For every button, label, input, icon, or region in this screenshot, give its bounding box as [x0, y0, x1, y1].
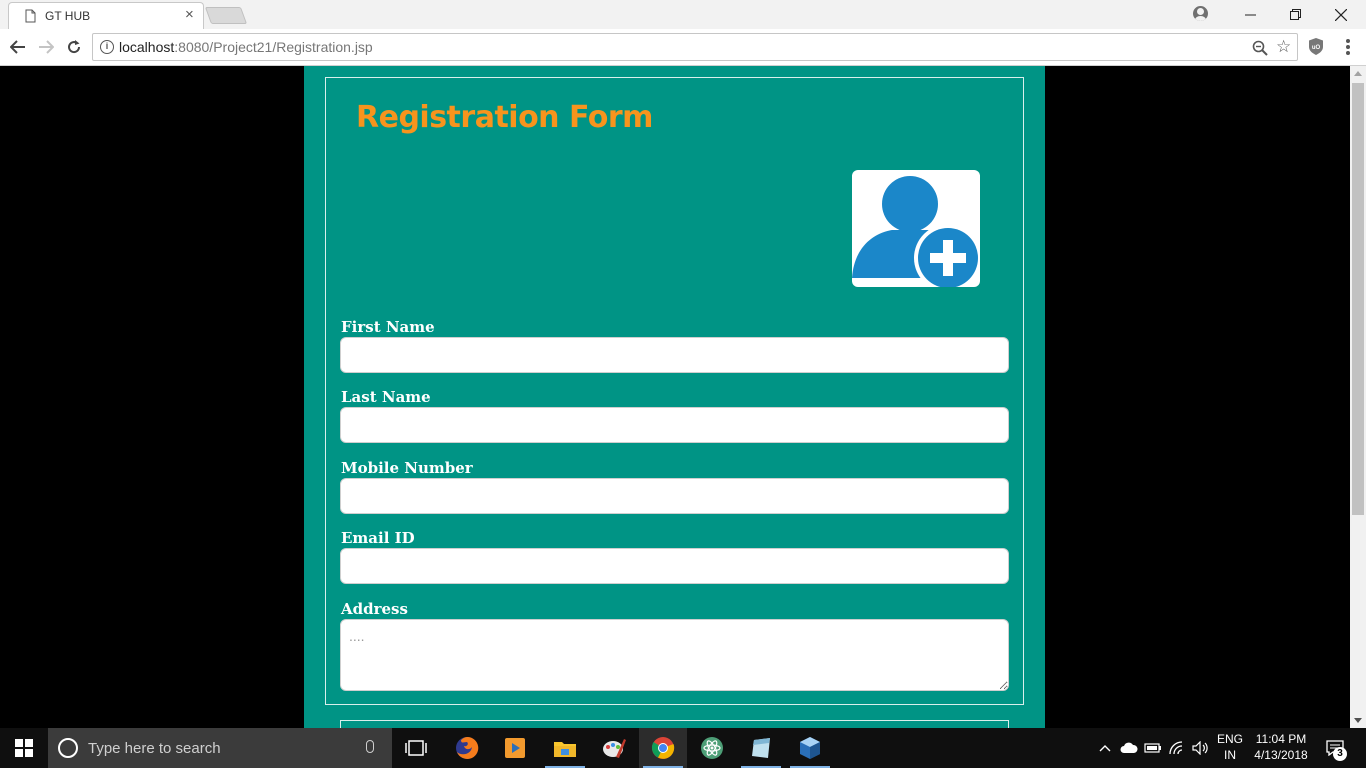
browser-tabstrip: GT HUB × [0, 0, 1366, 29]
language-code: ENG [1216, 732, 1243, 746]
clock-time: 11:04 PM [1255, 732, 1307, 746]
last-name-label: Last Name [341, 388, 431, 406]
minimize-button[interactable] [1227, 0, 1273, 29]
task-view-button[interactable] [392, 728, 440, 768]
onedrive-tray[interactable] [1118, 728, 1140, 768]
first-name-input[interactable] [340, 337, 1009, 373]
firefox-icon [456, 736, 479, 759]
address-textarea[interactable] [340, 619, 1009, 691]
next-form-section [340, 720, 1009, 728]
restore-button[interactable] [1272, 0, 1318, 29]
system-clock[interactable]: 11:04 PM 4/13/2018 [1250, 731, 1312, 763]
browser-tab[interactable]: GT HUB × [8, 2, 204, 29]
url-path: :8080/Project21/Registration.jsp [174, 39, 373, 55]
chrome-menu-icon[interactable] [1343, 39, 1353, 55]
speaker-icon [1192, 741, 1208, 755]
bookmark-star-icon[interactable]: ☆ [1276, 37, 1291, 57]
taskbar-file-explorer[interactable] [541, 728, 589, 768]
back-button[interactable] [6, 35, 30, 59]
taskbar-virtualbox[interactable] [786, 728, 834, 768]
taskbar-chrome[interactable] [639, 728, 687, 768]
task-view-icon [405, 740, 427, 756]
show-hidden-icons-button[interactable] [1096, 728, 1114, 768]
onedrive-icon [1120, 742, 1138, 753]
ublock-extension-icon[interactable]: uO [1309, 38, 1323, 55]
taskbar-notes-app[interactable] [737, 728, 785, 768]
clock-date: 4/13/2018 [1254, 748, 1308, 762]
address-bar[interactable]: i localhost:8080/Project21/Registration.… [92, 33, 1298, 61]
browser-toolbar: i localhost:8080/Project21/Registration.… [0, 29, 1366, 66]
atom-icon [701, 737, 723, 759]
scroll-thumb[interactable] [1352, 83, 1364, 515]
file-explorer-icon [554, 742, 576, 757]
registration-form: Registration Form First Name Last Name M… [325, 77, 1024, 705]
chrome-icon [651, 737, 675, 759]
site-info-icon[interactable]: i [100, 40, 114, 54]
wifi-tray[interactable] [1166, 728, 1188, 768]
volume-tray[interactable] [1190, 728, 1212, 768]
registration-panel: Registration Form First Name Last Name M… [304, 66, 1045, 728]
reload-icon [68, 40, 81, 54]
microphone-icon[interactable] [366, 740, 374, 753]
email-id-label: Email ID [341, 529, 415, 547]
notification-count-badge: 3 [1333, 747, 1347, 761]
zoom-icon[interactable] [1252, 40, 1268, 56]
taskbar-atom[interactable] [688, 728, 736, 768]
new-tab-button[interactable] [204, 7, 248, 24]
first-name-label: First Name [341, 318, 435, 336]
reload-button[interactable] [62, 35, 86, 59]
taskbar-search-placeholder: Type here to search [88, 740, 221, 757]
url-text[interactable]: localhost:8080/Project21/Registration.js… [119, 39, 373, 55]
virtualbox-icon [800, 737, 820, 759]
page-viewport: Registration Form First Name Last Name M… [0, 66, 1350, 728]
chevron-up-icon [1099, 745, 1111, 752]
battery-icon [1144, 743, 1161, 753]
language-indicator[interactable]: ENG IN [1212, 731, 1248, 763]
taskbar-firefox[interactable] [443, 728, 491, 768]
minimize-icon [1244, 14, 1256, 16]
cortana-icon [58, 738, 78, 758]
page-icon [25, 9, 36, 23]
last-name-input[interactable] [340, 407, 1009, 443]
close-icon [1335, 8, 1347, 21]
mobile-number-label: Mobile Number [341, 459, 473, 477]
media-player-icon [505, 738, 525, 758]
form-title: Registration Form [356, 100, 653, 135]
notes-app-icon [752, 738, 770, 758]
address-label: Address [341, 600, 408, 618]
add-user-graphic [852, 176, 980, 287]
page-scrollbar[interactable] [1350, 66, 1366, 728]
windows-logo-icon [15, 739, 33, 757]
windows-taskbar: Type here to search ENG IN 11:04 PM 4/13… [0, 728, 1366, 768]
profile-icon[interactable] [1193, 6, 1208, 21]
tab-close-icon[interactable]: × [185, 6, 194, 23]
scroll-down-arrow-icon[interactable] [1354, 718, 1362, 723]
svg-text:uO: uO [1312, 45, 1321, 51]
back-arrow-icon [10, 40, 25, 54]
taskbar-search-box[interactable]: Type here to search [48, 728, 392, 768]
battery-tray[interactable] [1142, 728, 1164, 768]
forward-button[interactable] [34, 35, 58, 59]
start-button[interactable] [0, 728, 48, 768]
tab-title: GT HUB [45, 9, 91, 23]
email-id-input[interactable] [340, 548, 1009, 584]
paint-icon [603, 739, 626, 758]
taskbar-paint[interactable] [590, 728, 638, 768]
url-host: localhost [119, 39, 175, 55]
mobile-number-input[interactable] [340, 478, 1009, 514]
forward-arrow-icon [39, 40, 54, 54]
close-window-button[interactable] [1318, 0, 1364, 29]
scroll-up-arrow-icon[interactable] [1354, 71, 1362, 76]
taskbar-media-player[interactable] [491, 728, 539, 768]
restore-icon [1289, 9, 1301, 20]
add-user-icon [852, 170, 980, 287]
region-code: IN [1224, 748, 1236, 762]
wifi-icon [1169, 741, 1183, 755]
